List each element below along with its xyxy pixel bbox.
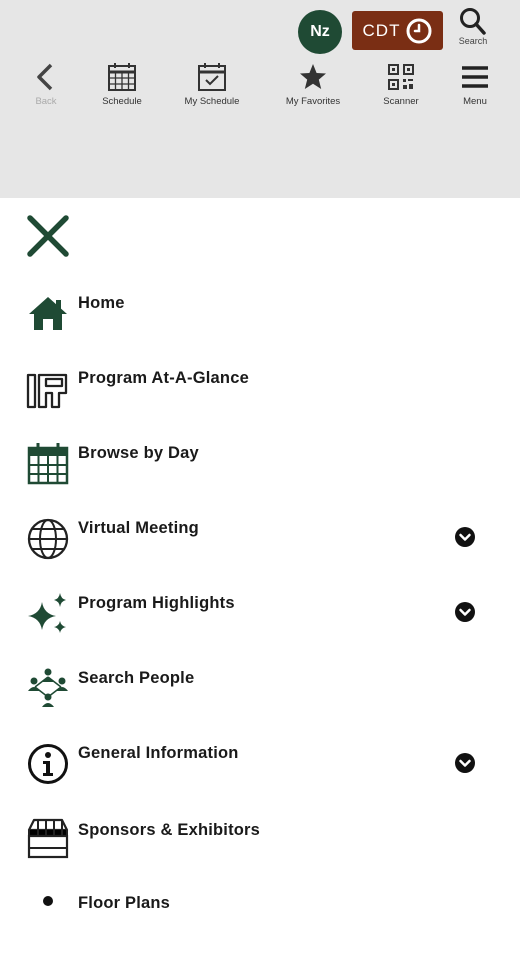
chevron-left-icon — [37, 63, 53, 91]
chevron-down-icon[interactable] — [454, 526, 476, 548]
search-label: Search — [458, 36, 488, 46]
back-button[interactable]: Back — [26, 62, 66, 118]
menu-item-virtual-meeting[interactable]: Virtual Meeting — [0, 517, 520, 592]
menu-item-label: Program At-A-Glance — [78, 369, 249, 387]
schedule-button[interactable]: Schedule — [96, 62, 148, 118]
menu-item-general-information[interactable]: General Information — [0, 742, 520, 817]
schedule-label: Schedule — [102, 96, 142, 107]
user-avatar[interactable]: Nz — [298, 10, 342, 54]
menu-item-label: Search People — [78, 669, 195, 687]
menu-item-label: Sponsors & Exhibitors — [78, 821, 261, 839]
menu-item-browse-by-day[interactable]: Browse by Day — [0, 442, 520, 517]
scanner-label: Scanner — [383, 96, 419, 107]
menu-item-label: Virtual Meeting — [78, 519, 199, 537]
calendar-icon — [27, 443, 69, 485]
qr-code-icon — [388, 64, 414, 90]
my-favorites-button[interactable]: My Favorites — [280, 62, 346, 118]
scanner-button[interactable]: Scanner — [378, 62, 424, 118]
search-icon — [460, 8, 486, 35]
chevron-down-icon[interactable] — [454, 752, 476, 774]
close-icon[interactable] — [26, 214, 70, 258]
menu-item-program-at-a-glance[interactable]: Program At-A-Glance — [0, 367, 520, 442]
hamburger-menu-icon — [462, 66, 488, 88]
timezone-label: CDT — [362, 20, 401, 40]
menu-button[interactable]: Menu — [456, 62, 494, 118]
people-icon — [28, 668, 68, 707]
back-label: Back — [35, 96, 57, 107]
info-icon — [28, 744, 68, 784]
timezone-button[interactable]: CDT — [352, 11, 443, 50]
menu-item-label: General Information — [78, 744, 239, 762]
my-favorites-label: My Favorites — [285, 96, 341, 107]
star-icon — [300, 64, 326, 89]
sparkle-icon — [28, 593, 66, 633]
menu-item-label: Program Highlights — [78, 594, 235, 612]
chevron-down-icon[interactable] — [454, 601, 476, 623]
menu-item-label: Floor Plans — [78, 894, 171, 912]
menu-item-label: Browse by Day — [78, 444, 199, 462]
search-button[interactable]: Search — [452, 6, 494, 46]
globe-icon — [27, 518, 69, 560]
menu-item-program-highlights[interactable]: Program Highlights — [0, 592, 520, 667]
menu-item-sponsors-exhibitors[interactable]: Sponsors & Exhibitors — [0, 818, 520, 893]
my-schedule-label: My Schedule — [184, 96, 240, 107]
top-toolbar: Nz CDT Search Back Schedule My Schedule … — [0, 0, 520, 198]
calendar-check-icon — [198, 63, 226, 91]
menu-item-floor-plans[interactable]: Floor Plans — [0, 890, 520, 965]
clock-icon — [406, 18, 432, 43]
home-icon — [29, 297, 67, 330]
my-schedule-button[interactable]: My Schedule — [180, 62, 244, 118]
menu-item-home[interactable]: Home — [0, 292, 520, 367]
menu-item-label: Home — [78, 294, 125, 312]
storefront-icon — [27, 818, 69, 859]
program-glance-icon — [26, 373, 68, 409]
calendar-icon — [108, 63, 136, 91]
menu-label: Menu — [463, 96, 487, 107]
menu-item-search-people[interactable]: Search People — [0, 667, 520, 742]
